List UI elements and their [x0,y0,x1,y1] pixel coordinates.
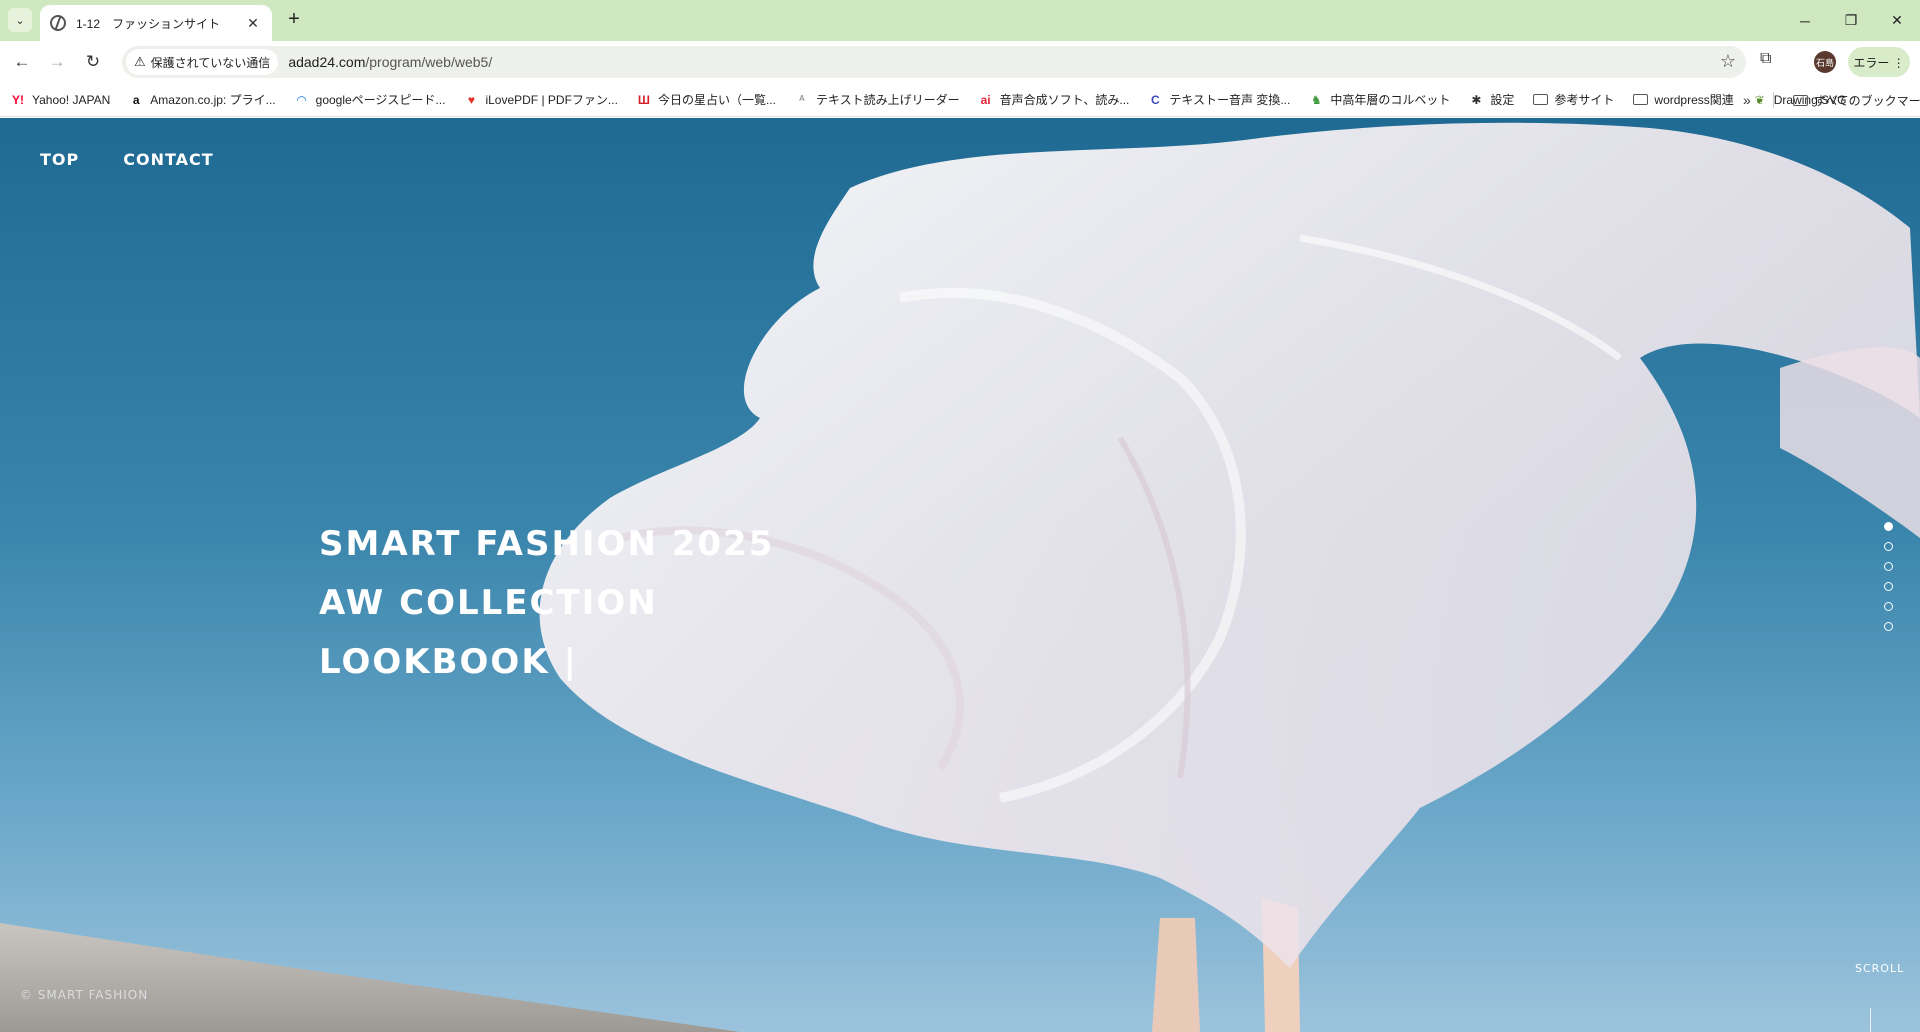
reload-button[interactable]: ↻ [81,50,105,74]
bookmark-item[interactable]: ✱ 設定 [1468,91,1514,108]
url-path: /program/web/web5/ [365,54,493,70]
amazon-icon: a [132,92,140,107]
calendar-icon: Ш [637,92,650,107]
bookmark-label: すべてのブックマーク [1814,93,1920,108]
bookmark-label: Amazon.co.jp: プライ... [150,93,276,107]
hero-line-2: AW COLLECTION [319,583,658,623]
c-icon: C [1151,92,1160,107]
hero-line-3: LOOKBOOK | [319,642,578,682]
close-tab-icon[interactable]: ✕ [244,15,262,32]
bookmark-item[interactable]: ᴬ テキスト読み上げリーダー [794,91,960,108]
reload-icon: ↻ [85,52,101,71]
bookmark-item[interactable]: 参考サイト [1532,91,1614,108]
error-menu-button[interactable]: エラー ⋮ [1848,47,1910,77]
avatar[interactable]: 石島 [1814,51,1836,73]
divider [1773,92,1774,108]
arrow-right-icon: → [48,52,66,71]
bookmark-label: 参考サイト [1554,93,1615,107]
slide-dot[interactable] [1884,562,1893,571]
tab-search-button[interactable]: ⌄ [8,8,32,32]
bookmark-item[interactable]: a Amazon.co.jp: プライ... [128,91,276,108]
bookmark-label: 音声合成ソフト、読み... [999,93,1130,107]
more-bookmarks-icon[interactable]: » [1743,92,1751,108]
bookmarks-bar: Y! Yahoo! JAPAN a Amazon.co.jp: プライ... ◠ goog… [0,83,1920,117]
bookmark-item[interactable]: wordpress関連 [1632,91,1734,108]
bookmark-label: 今日の星占い（一覧... [657,93,776,107]
bookmark-label: 中高年層のコルベット [1330,93,1451,107]
heart-icon: ♥ [467,92,476,107]
nav-contact-link[interactable]: CONTACT [123,150,213,169]
url-text[interactable]: adad24.com/program/web/web5/ [288,54,492,70]
bookmark-item[interactable]: ai 音声合成ソフト、読み... [978,91,1130,108]
pagespeed-icon: ◠ [297,92,307,107]
back-button[interactable]: ← [10,50,34,74]
address-bar[interactable]: ⚠ 保護されていない通信 adad24.com/program/web/web5… [122,46,1746,78]
star-icon[interactable]: ☆ [1720,51,1736,72]
android-icon: ♞ [1310,92,1322,107]
chevron-down-icon: ⌄ [15,14,25,27]
bookmark-item[interactable]: ◠ googleページスピード... [294,91,446,108]
bookmark-label: Yahoo! JAPAN [32,92,111,107]
folder-icon [1532,92,1548,108]
bookmark-label: テキストー音声 変換... [1169,93,1291,107]
security-chip[interactable]: ⚠ 保護されていない通信 [126,49,279,75]
minimize-button[interactable]: ─ [1782,0,1828,41]
tab-strip: ⌄ 1-12 ファッションサイト ✕ + ─ ❐ ✕ [0,0,1920,41]
hero-line-1: SMART FASHION 2025 [319,524,775,564]
extensions-icon[interactable]: ⧉ [1760,50,1771,68]
bookmark-item[interactable]: C テキストー音声 変換... [1147,91,1290,108]
slide-dot[interactable] [1884,622,1893,631]
legs-shape [1152,918,1200,1032]
bookmark-item[interactable]: Y! Yahoo! JAPAN [10,92,110,108]
bookmark-label: iLovePDF | PDFファン... [485,93,618,107]
hero-photo [0,122,1920,1032]
cloth-shape-right [1780,347,1920,538]
all-bookmarks-button[interactable]: すべてのブックマーク [1792,83,1920,117]
bookmark-label: テキスト読み上げリーダー [815,93,960,107]
bookmark-label: wordpress関連 [1654,93,1734,107]
close-window-button[interactable]: ✕ [1874,0,1920,41]
browser-toolbar: ← → ↻ ⚠ 保護されていない通信 adad24.com/program/we… [0,41,1920,83]
reader-icon: ᴬ [799,92,805,107]
tab-title: 1-12 ファッションサイト [76,16,221,31]
hero-title: SMART FASHION 2025 AW COLLECTION LOOKBOO… [319,515,774,692]
bookmark-item[interactable]: ♥ iLovePDF | PDFファン... [463,91,618,108]
slide-dot[interactable] [1884,602,1893,611]
warning-icon: ⚠ [134,54,146,69]
folder-icon [1632,92,1648,108]
bookmark-label: googleページスピード... [315,93,446,107]
slide-dot[interactable] [1884,582,1893,591]
active-tab[interactable]: 1-12 ファッションサイト ✕ [40,5,272,41]
yahoo-icon: Y! [12,92,24,107]
bookmark-label: 設定 [1490,93,1515,107]
folder-icon [1792,92,1808,108]
site-nav: TOP CONTACT [40,150,214,169]
scroll-indicator[interactable]: SCROLL [1855,962,1904,975]
arrow-left-icon: ← [13,52,31,71]
page-viewport: TOP CONTACT SMART FASHION 2025 AW COLLEC… [0,118,1920,1032]
gear-icon: ✱ [1471,92,1482,107]
leaf-icon: ❦ [1754,92,1765,107]
scroll-line [1870,1008,1871,1032]
slide-dot[interactable] [1884,542,1893,551]
footer-logo: © SMART FASHION [20,988,149,1002]
new-tab-button[interactable]: + [282,8,306,32]
globe-icon [50,15,66,31]
forward-button[interactable]: → [45,50,69,74]
url-domain: adad24.com [288,54,366,70]
rock-shape [0,923,740,1032]
nav-top-link[interactable]: TOP [40,150,79,169]
restore-button[interactable]: ❐ [1828,0,1874,41]
security-label: 保護されていない通信 [150,55,271,70]
window-controls: ─ ❐ ✕ [1782,0,1920,41]
slide-dot[interactable] [1884,522,1893,531]
bookmark-item[interactable]: ♞ 中高年層のコルベット [1308,91,1450,108]
slide-pagination [1884,522,1893,642]
ai-icon: ai [980,92,991,107]
bookmark-item[interactable]: Ш 今日の星占い（一覧... [636,91,776,108]
